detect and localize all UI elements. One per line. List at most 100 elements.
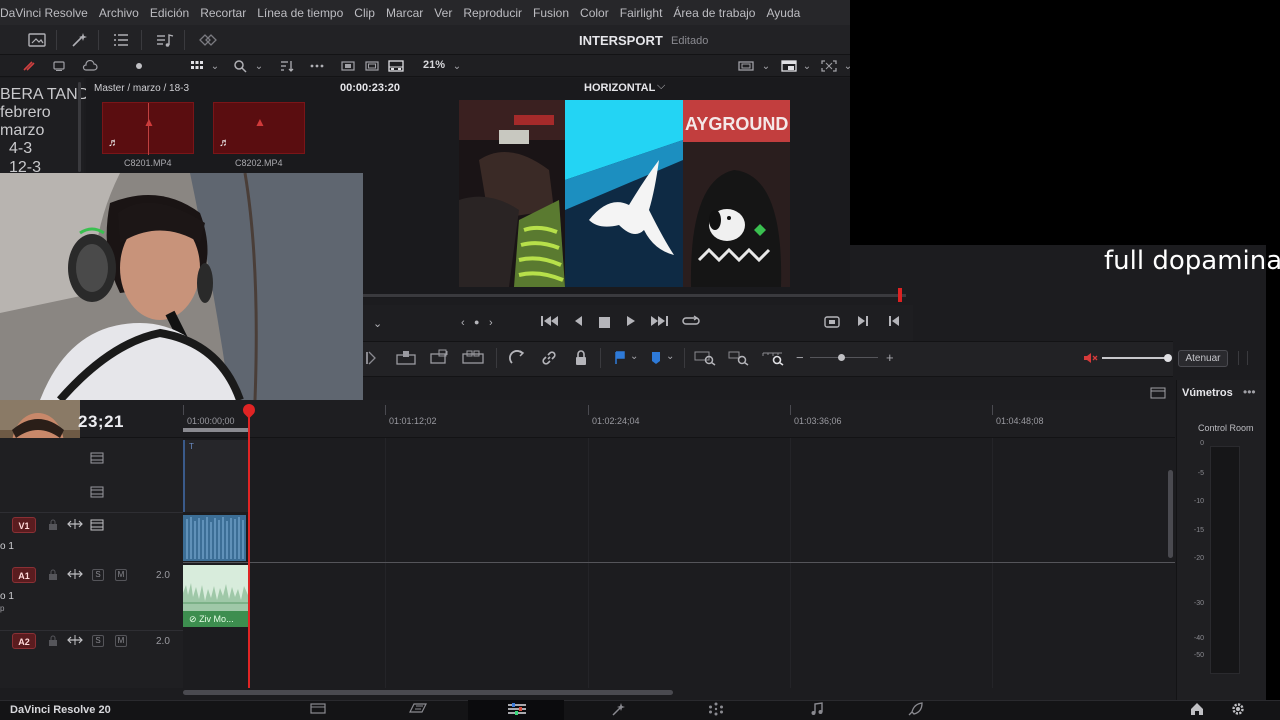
play-icon[interactable] [626,315,636,330]
auto-select-icon[interactable] [67,634,83,649]
cut-page-icon[interactable] [403,702,433,717]
solo-button[interactable]: S [92,569,104,581]
chevron-down-icon[interactable]: ⌄ [755,55,777,77]
auto-select-icon[interactable] [67,518,83,533]
menu-clip[interactable]: Clip [354,6,375,20]
overwrite-clip-icon[interactable] [429,349,451,368]
color-page-icon[interactable] [701,702,731,719]
track-badge-a2[interactable]: A2 [12,633,36,649]
mute-button[interactable]: M [115,569,127,581]
menu-reproducir[interactable]: Reproducir [463,6,522,20]
more-options-icon[interactable] [306,55,328,77]
zoom-in-icon[interactable]: + [886,350,894,365]
media-clip-thumbnail[interactable]: ▲ ♬ [213,102,305,154]
menu-fairlight[interactable]: Fairlight [620,6,663,20]
menu-ayuda[interactable]: Ayuda [766,6,800,20]
speaker-muted-icon[interactable] [1083,351,1099,368]
timeline-zoom-knob[interactable] [838,354,845,361]
menu-marcar[interactable]: Marcar [386,6,423,20]
chevron-down-icon[interactable]: ⌄ [446,55,468,77]
film-strip-icon[interactable] [90,486,104,501]
chevron-down-icon[interactable]: ⌄ [666,351,674,362]
go-to-end-icon[interactable] [650,315,668,330]
smart-bin-icon[interactable] [48,55,70,77]
deliver-page-icon[interactable] [901,702,931,719]
title-clip[interactable] [183,472,248,512]
viewer-mode-icon[interactable] [337,55,359,77]
title-clip[interactable]: T [183,440,248,472]
trim-mode-icon[interactable] [365,350,379,369]
more-options-icon[interactable]: ••• [1243,385,1256,399]
jog-left-icon[interactable]: ‹ [461,317,465,329]
menu-davinci[interactable]: DaVinci Resolve [0,6,88,20]
insert-clip-icon[interactable] [395,350,417,369]
menu-area-de-trabajo[interactable]: Área de trabajo [673,6,755,20]
track-name-v1[interactable]: o 1 [0,541,14,552]
film-strip-icon[interactable] [90,519,104,534]
volume-slider[interactable] [1102,357,1168,359]
timeline-tracks-area[interactable] [183,438,1168,688]
sound-library-icon[interactable] [154,29,176,51]
linked-selection-icon[interactable] [541,350,557,369]
solo-button[interactable]: S [92,635,104,647]
zoom-full-icon[interactable] [694,350,716,369]
timeline-timecode[interactable]: 23;21 [78,412,124,432]
film-strip-icon[interactable] [90,452,104,467]
lock-icon[interactable] [48,569,58,584]
bins-scrollbar[interactable] [78,82,81,172]
snapping-icon[interactable] [509,350,525,369]
stop-icon[interactable] [599,316,610,331]
chevron-down-icon[interactable]: ⌄ [630,351,638,362]
size-slider-knob-icon[interactable] [128,55,150,77]
menu-edicion[interactable]: Edición [150,6,189,20]
menu-fusion[interactable]: Fusion [533,6,569,20]
media-page-icon[interactable] [303,702,333,717]
go-to-start-icon[interactable] [541,315,559,330]
bin-list-icon[interactable] [18,55,40,77]
timeline-vertical-scrollbar[interactable] [1168,470,1173,558]
dim-button[interactable]: Atenuar [1178,350,1228,367]
gear-icon[interactable] [1223,702,1253,719]
jog-wheel-icon[interactable]: ● [474,317,479,327]
cloud-icon[interactable] [79,55,101,77]
panel-layout-icon[interactable] [1150,386,1166,404]
flag-icon[interactable] [614,351,626,368]
media-pool-icon[interactable] [26,29,48,51]
fairlight-page-icon[interactable] [802,702,832,719]
track-name-a1[interactable]: o 1 [0,591,14,602]
volume-knob[interactable] [1164,354,1172,362]
bin-item-4-3[interactable]: 4-3 [9,140,32,158]
menu-color[interactable]: Color [580,6,609,20]
chevron-down-icon[interactable]: ⌄ [796,55,818,77]
lock-icon[interactable] [48,635,58,650]
auto-select-icon[interactable] [67,568,83,583]
bin-item-tanda[interactable]: BERA TANDA [0,86,100,104]
video-audio-divider[interactable] [183,562,1175,563]
loop-icon[interactable] [682,314,700,331]
transitions-icon[interactable] [197,29,219,51]
bin-item-marzo[interactable]: marzo [0,122,44,140]
chevron-down-icon[interactable]: ⌄ [248,55,270,77]
play-reverse-icon[interactable] [573,315,583,330]
menu-archivo[interactable]: Archivo [99,6,139,20]
lock-icon[interactable] [48,519,58,534]
menu-recortar[interactable]: Recortar [200,6,246,20]
replace-clip-icon[interactable] [461,349,485,368]
menu-ver[interactable]: Ver [434,6,452,20]
zoom-out-icon[interactable]: − [796,350,804,365]
viewer-playhead[interactable] [898,288,902,302]
jog-right-icon[interactable]: › [489,317,493,329]
effects-icon[interactable] [68,29,90,51]
match-frame-icon[interactable] [823,315,841,332]
edit-page-icon[interactable] [502,702,532,719]
audio-clip-label[interactable]: ⊘ Ziv Mo... [183,611,248,627]
viewer-timecode[interactable]: 00:00:23:20 [340,82,400,94]
media-clip-thumbnail[interactable]: ▲ ♬ [102,102,194,155]
dual-viewer-icon[interactable] [385,55,407,77]
chevron-down-icon[interactable]: ⌄ [373,317,382,330]
viewer-scrubber[interactable] [363,294,906,297]
zoom-detail-icon[interactable] [728,350,750,369]
bin-item-febrero[interactable]: febrero [0,104,51,122]
viewer-zoom-value[interactable]: 21% [423,59,445,71]
marker-icon[interactable] [650,351,662,368]
